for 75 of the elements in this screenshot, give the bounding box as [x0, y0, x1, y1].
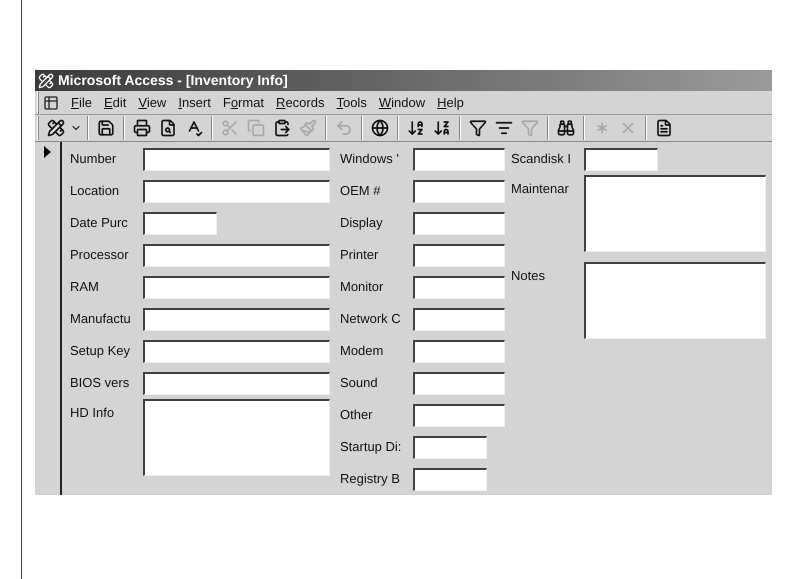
menu-item[interactable]: Edit [98, 92, 132, 112]
menu-item[interactable]: File [65, 92, 98, 112]
field-label: Scandisk I [511, 151, 571, 166]
text-field[interactable] [584, 148, 658, 170]
menu-item[interactable]: Insert [172, 92, 217, 112]
binoculars-icon [557, 119, 575, 137]
text-field[interactable] [413, 436, 487, 458]
text-field[interactable] [143, 308, 330, 330]
field-label: Location [70, 183, 120, 198]
print-preview-icon [159, 119, 177, 137]
field-label: Modem [340, 343, 384, 358]
memo-field[interactable] [584, 262, 766, 339]
text-field[interactable] [143, 340, 330, 362]
filter-form-icon [495, 119, 513, 137]
form-icon[interactable] [43, 94, 59, 110]
field-label: BIOS vers [70, 375, 130, 390]
text-field[interactable] [143, 212, 217, 234]
field-label: Other [340, 407, 373, 422]
text-field[interactable] [413, 276, 505, 298]
sort-ascending-icon [407, 119, 425, 137]
sort-descending-icon [433, 119, 451, 137]
menu-item[interactable]: View [132, 92, 172, 112]
text-field[interactable] [413, 340, 505, 362]
text-field[interactable] [413, 308, 505, 330]
memo-field[interactable] [143, 399, 330, 476]
properties-icon [655, 119, 673, 137]
text-field[interactable] [413, 372, 505, 394]
field-label: Setup Key [70, 343, 130, 358]
pencil-ruler-icon [47, 119, 65, 137]
printer-icon [133, 119, 151, 137]
field-label: Sound [340, 375, 378, 390]
field-label: Notes [511, 268, 545, 283]
menu-item[interactable]: Tools [330, 92, 373, 112]
current-record-icon [44, 146, 51, 158]
field-label: HD Info [70, 405, 114, 420]
menu-item[interactable]: Records [270, 92, 330, 112]
app-icon [38, 72, 54, 88]
paintbrush-icon [299, 119, 317, 137]
text-field[interactable] [143, 276, 330, 298]
text-field[interactable] [413, 404, 505, 426]
text-field[interactable] [413, 468, 487, 490]
field-label: Network C [340, 311, 401, 326]
field-label: Startup Di: [340, 439, 402, 454]
field-label: Monitor [340, 279, 384, 294]
filter-icon [469, 119, 487, 137]
text-field[interactable] [413, 148, 505, 170]
globe-icon [371, 119, 389, 137]
field-label: Printer [340, 247, 378, 262]
text-field[interactable] [143, 180, 330, 202]
field-label: Windows ' [340, 151, 399, 166]
field-label: Display [340, 215, 383, 230]
menu-item[interactable]: Window [372, 92, 432, 112]
funnel-icon [521, 119, 539, 137]
field-label: Date Purc [70, 215, 128, 230]
field-label: Manufactu [70, 311, 131, 326]
paste-icon [273, 119, 291, 137]
text-field[interactable] [413, 212, 505, 234]
field-label: Maintenar [511, 181, 569, 196]
undo-icon [335, 119, 353, 137]
copy-icon [247, 119, 265, 137]
field-label: Number [70, 151, 116, 166]
menu-item[interactable]: Help [431, 92, 470, 112]
scissors-icon [221, 119, 239, 137]
text-field[interactable] [143, 148, 330, 170]
text-field[interactable] [413, 180, 505, 202]
text-field[interactable] [143, 244, 330, 266]
field-label: Processor [70, 247, 129, 262]
window-title: Microsoft Access - [Inventory Info] [58, 71, 288, 90]
memo-field[interactable] [584, 175, 766, 252]
text-field[interactable] [143, 372, 330, 394]
field-label: Registry B [340, 471, 400, 486]
menu-item[interactable]: Format [216, 92, 270, 112]
text-field[interactable] [413, 244, 505, 266]
field-label: OEM # [340, 183, 380, 198]
field-label: RAM [70, 279, 99, 294]
